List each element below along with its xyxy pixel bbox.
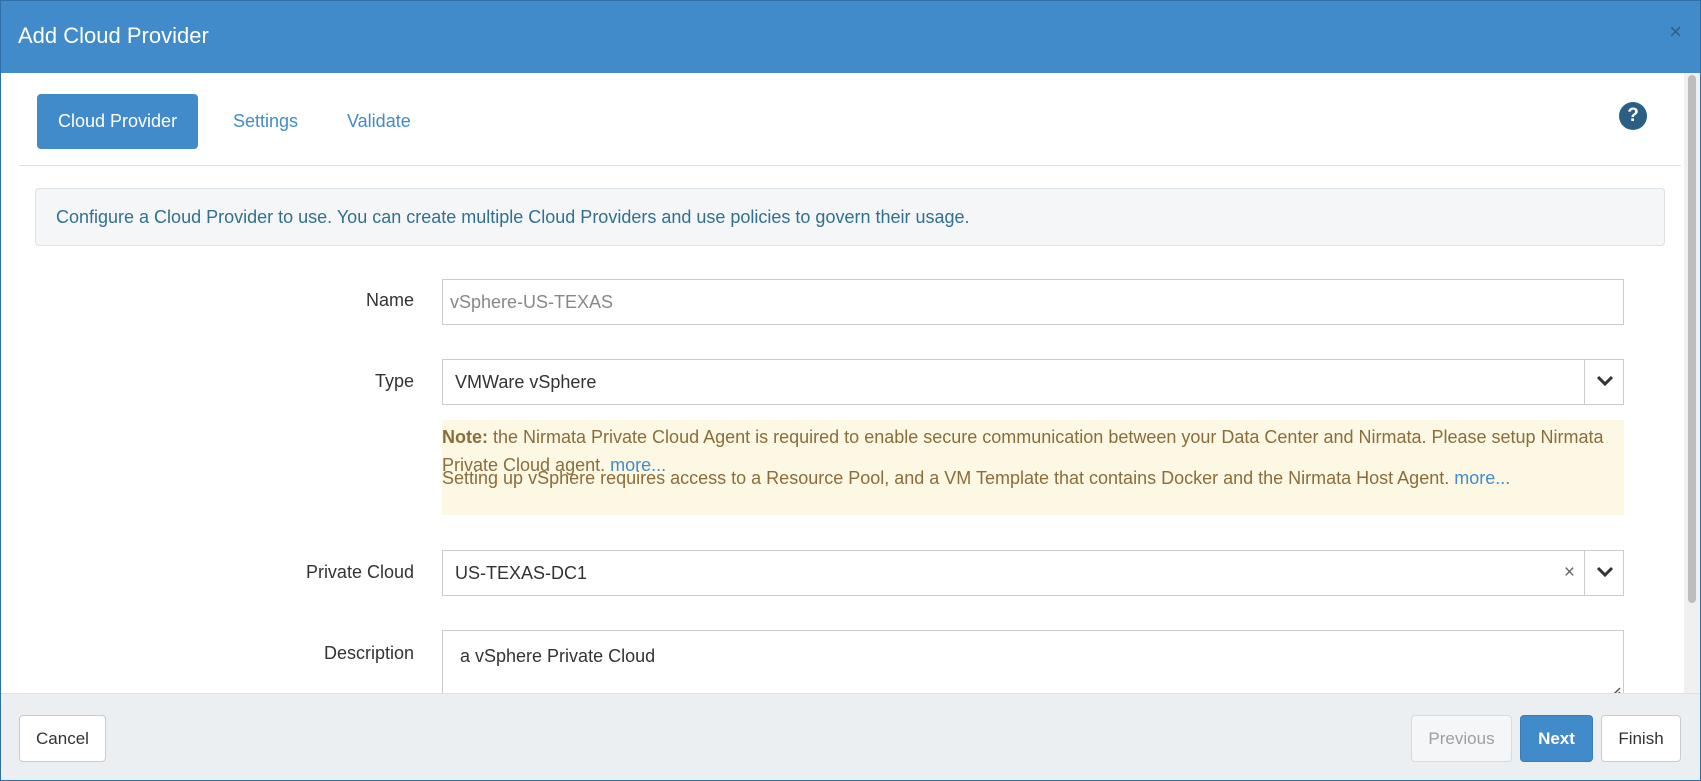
dialog-title: Add Cloud Provider	[18, 23, 209, 48]
tab-cloud-provider[interactable]: Cloud Provider	[37, 94, 199, 149]
name-label: Name	[365, 290, 414, 310]
clear-icon[interactable]: ×	[1564, 561, 1575, 585]
type-select[interactable]: VMWare vSphere	[442, 359, 1624, 405]
description-textarea-value: a vSphere Private Cloud	[460, 646, 656, 666]
dialog-footer: Cancel Previous Next Finish	[1, 693, 1700, 780]
previous-button[interactable]: Previous	[1411, 715, 1512, 762]
note-paragraph-requirements: Setting up vSphere requires access to a …	[442, 464, 1510, 492]
finish-button[interactable]: Finish	[1601, 715, 1681, 762]
cancel-button[interactable]: Cancel	[19, 715, 106, 762]
info-banner: Configure a Cloud Provider to use. You c…	[35, 188, 1665, 246]
description-textarea[interactable]: a vSphere Private Cloud	[442, 630, 1624, 693]
scrollbar-thumb[interactable]	[1688, 75, 1696, 603]
chevron-down-icon[interactable]	[1584, 551, 1623, 595]
private-cloud-label: Private Cloud	[305, 562, 414, 582]
close-icon[interactable]: ×	[1669, 21, 1682, 43]
private-cloud-select[interactable]: US-TEXAS-DC1 ×	[442, 550, 1624, 596]
description-label: Description	[323, 643, 414, 663]
dialog-header: Add Cloud Provider ×	[1, 1, 1700, 73]
dialog-body: Cloud Provider Settings Validate ? Confi…	[1, 73, 1700, 693]
name-input[interactable]: vSphere-US-TEXAS	[442, 279, 1624, 325]
type-select-value: VMWare vSphere	[455, 372, 597, 392]
chevron-down-icon[interactable]	[1584, 360, 1623, 404]
help-icon[interactable]: ?	[1619, 102, 1647, 130]
tab-settings[interactable]: Settings	[233, 94, 298, 149]
body-scrollbar[interactable]	[1684, 73, 1700, 693]
more-link-requirements[interactable]: more...	[1454, 468, 1510, 488]
next-button[interactable]: Next	[1520, 715, 1593, 762]
vsphere-note: Note: the Nirmata Private Cloud Agent is…	[442, 420, 1624, 515]
resize-grip-icon[interactable]	[1609, 681, 1621, 693]
wizard-tabs: Cloud Provider Settings Validate ?	[19, 73, 1681, 166]
private-cloud-select-value: US-TEXAS-DC1	[455, 563, 588, 583]
type-label: Type	[374, 371, 414, 391]
note-requirements-text: Setting up vSphere requires access to a …	[442, 468, 1455, 488]
name-input-value: vSphere-US-TEXAS	[450, 292, 614, 312]
note-bold-label: Note:	[442, 427, 488, 447]
add-cloud-provider-dialog: Add Cloud Provider × Cloud Provider Sett…	[0, 0, 1701, 781]
tab-validate[interactable]: Validate	[347, 94, 411, 149]
